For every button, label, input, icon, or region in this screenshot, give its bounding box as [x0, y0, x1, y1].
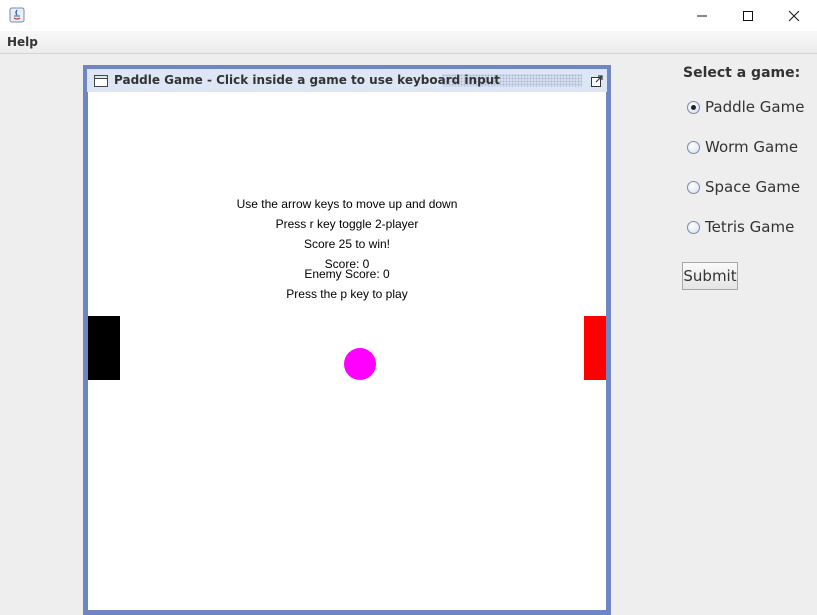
instruction-two-player: Press r key toggle 2-player [275, 217, 419, 231]
maximize-button[interactable] [725, 0, 771, 31]
game-frame-titlebar[interactable]: Paddle Game - Click inside a game to use… [87, 69, 607, 92]
menu-bar: Help [0, 31, 817, 54]
game-frame-title: Paddle Game - Click inside a game to use… [114, 73, 500, 87]
menu-help[interactable]: Help [7, 35, 38, 49]
radio-button[interactable] [687, 181, 700, 194]
minimize-icon [697, 15, 707, 16]
instruction-move: Use the arrow keys to move up and down [236, 197, 458, 211]
close-icon [788, 10, 800, 21]
instruction-win-score: Score 25 to win! [303, 237, 391, 251]
select-game-heading: Select a game: [683, 65, 801, 81]
radio-button[interactable] [687, 221, 700, 234]
java-app-icon [9, 7, 25, 23]
radio-label[interactable]: Tetris Game [705, 218, 794, 236]
maximize-icon [743, 10, 753, 21]
game-canvas[interactable]: Use the arrow keys to move up and down P… [88, 92, 606, 610]
frame-window-icon [94, 75, 108, 87]
player-paddle [88, 316, 120, 380]
close-button[interactable] [771, 0, 817, 31]
radio-label[interactable]: Paddle Game [705, 98, 804, 116]
enemy-paddle [584, 316, 606, 380]
radio-label[interactable]: Worm Game [705, 138, 798, 156]
submit-button[interactable]: Submit [682, 262, 738, 290]
frame-maximize-icon[interactable] [590, 74, 604, 88]
minimize-button[interactable] [679, 0, 725, 31]
play-prompt: Press the p key to play [286, 287, 408, 301]
radio-selected-dot [691, 105, 696, 110]
game-internal-frame: Paddle Game - Click inside a game to use… [83, 65, 611, 615]
window-titlebar [0, 0, 817, 32]
ball [344, 348, 376, 380]
radio-button[interactable] [687, 141, 700, 154]
enemy-score: Enemy Score: 0 [304, 267, 390, 281]
radio-button[interactable] [687, 101, 700, 114]
radio-label[interactable]: Space Game [705, 178, 800, 196]
